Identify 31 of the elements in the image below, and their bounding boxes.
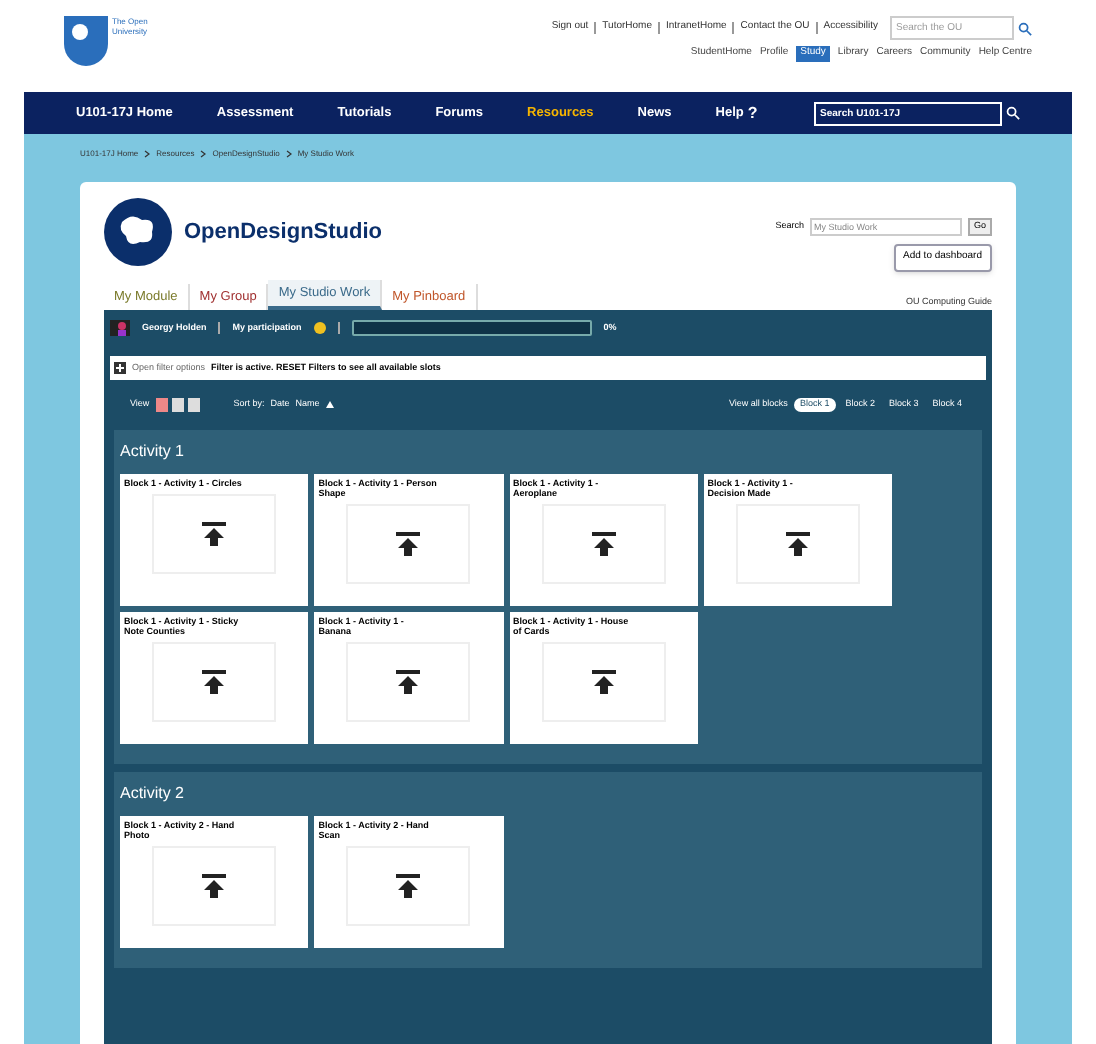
upload-icon	[200, 520, 229, 549]
upload-area[interactable]	[735, 504, 860, 585]
upload-area[interactable]	[541, 504, 666, 585]
studio-logo-icon	[104, 198, 172, 267]
chevron-right-icon	[144, 150, 151, 158]
activity-title: Activity 1	[120, 440, 187, 465]
upload-area[interactable]	[346, 846, 471, 927]
avatar-icon	[110, 320, 130, 337]
help-icon: ?	[747, 101, 758, 125]
upload-area[interactable]	[152, 846, 277, 927]
upload-area[interactable]	[152, 494, 277, 575]
upload-icon	[394, 872, 423, 901]
upload-icon	[200, 668, 229, 697]
upload-icon	[589, 668, 618, 697]
shield-logo-icon	[64, 16, 108, 68]
upload-icon	[589, 530, 618, 559]
upload-area[interactable]	[541, 642, 666, 723]
upload-icon	[394, 668, 423, 697]
activity-title: Activity 2	[120, 782, 187, 807]
upload-area[interactable]	[346, 504, 471, 585]
upload-icon	[200, 872, 229, 901]
plus-icon[interactable]	[114, 362, 126, 375]
chevron-right-icon	[200, 150, 207, 158]
upload-icon	[394, 530, 423, 559]
upload-area[interactable]	[152, 642, 277, 723]
caret-icon	[325, 400, 334, 409]
upload-icon	[783, 530, 812, 559]
upload-area[interactable]	[346, 642, 471, 723]
studio-title: OpenDesignStudio	[184, 218, 382, 248]
chevron-right-icon	[285, 150, 292, 158]
view-toggle-icon[interactable]	[155, 397, 200, 412]
